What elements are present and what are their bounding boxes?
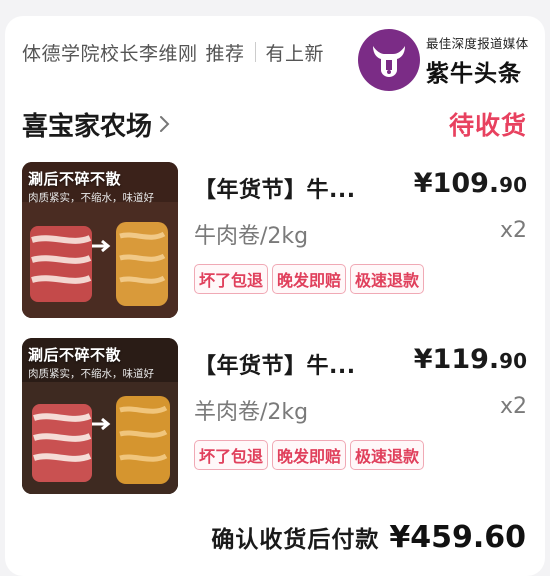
service-badges: 坏了包退 晚发即赔 极速退款: [194, 440, 425, 470]
badge-refund-if-spoiled: 坏了包退: [194, 264, 269, 294]
total-amount: ¥459.60: [389, 520, 526, 555]
price-main: ¥109.: [413, 168, 500, 199]
product-quantity: x2: [499, 394, 527, 419]
recommendation-banner[interactable]: 体德学院校长李维刚 推荐 有上新: [22, 36, 324, 68]
product-title[interactable]: 【年货节】牛...: [194, 348, 356, 380]
watermark-name: 紫牛头条: [426, 60, 522, 87]
price-cents: 90: [499, 173, 527, 197]
price-main: ¥119.: [413, 344, 500, 375]
badge-fast-refund: 极速退款: [350, 264, 425, 294]
shop-header: 喜宝家农场 待收货: [22, 104, 527, 144]
banner-tail: 有上新: [265, 42, 325, 65]
badge-late-compensation: 晚发即赔: [272, 440, 347, 470]
divider: [254, 42, 256, 62]
chevron-right-icon: [160, 116, 170, 132]
order-item[interactable]: 涮后不碎不散 肉质紧实，不缩水，味道好 【年货节】牛... ¥109.90 牛肉…: [22, 162, 527, 322]
watermark: 最佳深度报道媒体 紫牛头条: [358, 28, 548, 92]
bull-logo-icon: [358, 29, 420, 91]
product-price: ¥109.90: [414, 168, 527, 199]
banner-text: 体德学院校长李维刚: [22, 42, 198, 65]
watermark-tagline: 最佳深度报道媒体: [426, 35, 529, 51]
product-thumbnail[interactable]: 涮后不碎不散 肉质紧实，不缩水，味道好: [22, 162, 178, 318]
badge-refund-if-spoiled: 坏了包退: [194, 440, 269, 470]
total-label: 确认收货后付款: [211, 527, 380, 553]
order-status: 待收货: [448, 111, 527, 140]
thumb-subtitle: 肉质紧实，不缩水，味道好: [28, 368, 154, 380]
shop-link[interactable]: 喜宝家农场: [22, 106, 172, 143]
thumb-title: 涮后不碎不散: [28, 346, 122, 364]
product-price: ¥119.90: [414, 344, 527, 375]
shop-name: 喜宝家农场: [22, 111, 153, 142]
order-item[interactable]: 涮后不碎不散 肉质紧实，不缩水，味道好 【年货节】牛... ¥119.90 羊肉…: [22, 338, 527, 498]
badge-late-compensation: 晚发即赔: [272, 264, 347, 294]
product-spec: 牛肉卷/2kg: [194, 224, 309, 249]
product-title[interactable]: 【年货节】牛...: [194, 172, 356, 204]
banner-tag: 推荐: [205, 42, 245, 65]
price-cents: 90: [499, 349, 527, 373]
payment-total: 确认收货后付款 ¥459.60: [211, 520, 526, 555]
thumb-subtitle: 肉质紧实，不缩水，味道好: [28, 192, 154, 204]
product-spec: 羊肉卷/2kg: [194, 400, 309, 425]
product-thumbnail[interactable]: 涮后不碎不散 肉质紧实，不缩水，味道好: [22, 338, 178, 494]
badge-fast-refund: 极速退款: [350, 440, 425, 470]
service-badges: 坏了包退 晚发即赔 极速退款: [194, 264, 425, 294]
product-quantity: x2: [499, 218, 527, 243]
thumb-title: 涮后不碎不散: [28, 170, 122, 188]
